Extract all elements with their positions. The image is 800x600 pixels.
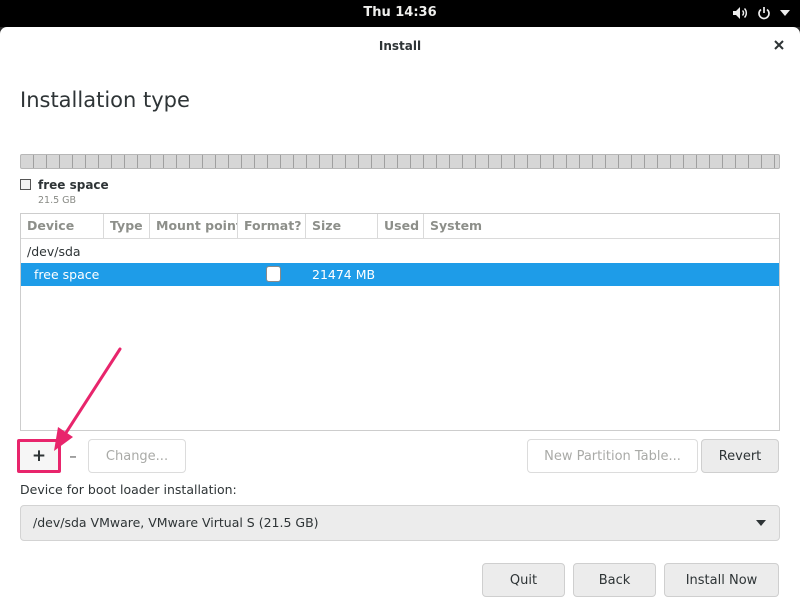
column-header-mount-point[interactable]: Mount point bbox=[150, 214, 238, 239]
chevron-down-icon[interactable] bbox=[780, 4, 790, 22]
install-now-button[interactable]: Install Now bbox=[664, 563, 779, 597]
column-header-used[interactable]: Used bbox=[378, 214, 424, 239]
remove-partition-button[interactable]: – bbox=[60, 439, 86, 473]
close-icon bbox=[774, 40, 784, 50]
table-row-selected[interactable]: free space 21474 MB bbox=[21, 263, 779, 286]
install-window: Install Installation type free space 21.… bbox=[0, 27, 800, 600]
column-header-device[interactable]: Device bbox=[21, 214, 104, 239]
column-header-size[interactable]: Size bbox=[306, 214, 378, 239]
close-button[interactable] bbox=[771, 37, 787, 53]
back-button[interactable]: Back bbox=[573, 563, 656, 597]
table-header: Device Type Mount point Format? Size Use… bbox=[21, 214, 779, 239]
bootloader-label: Device for boot loader installation: bbox=[20, 482, 237, 497]
device-row[interactable]: /dev/sda bbox=[21, 241, 779, 263]
top-bar: Thu 14:36 bbox=[0, 0, 800, 27]
add-partition-button[interactable]: + bbox=[17, 439, 61, 473]
title-bar: Install bbox=[0, 27, 800, 65]
bootloader-selected-value: /dev/sda VMware, VMware Virtual S (21.5 … bbox=[33, 515, 319, 530]
format-checkbox[interactable] bbox=[266, 266, 281, 282]
column-header-system[interactable]: System bbox=[424, 214, 779, 239]
bootloader-device-select[interactable]: /dev/sda VMware, VMware Virtual S (21.5 … bbox=[20, 505, 780, 541]
quit-button[interactable]: Quit bbox=[482, 563, 565, 597]
system-tray[interactable] bbox=[732, 4, 790, 22]
column-header-format[interactable]: Format? bbox=[238, 214, 306, 239]
volume-icon[interactable] bbox=[732, 4, 748, 22]
cell-device: free space bbox=[34, 267, 100, 282]
dropdown-arrow-icon bbox=[756, 520, 766, 526]
cell-size: 21474 MB bbox=[312, 267, 376, 282]
legend-name: free space bbox=[38, 178, 109, 192]
free-space-swatch bbox=[20, 179, 31, 190]
partition-table: Device Type Mount point Format? Size Use… bbox=[20, 213, 780, 431]
partition-usage-bar bbox=[20, 154, 780, 169]
page-title: Installation type bbox=[20, 88, 190, 112]
legend-size: 21.5 GB bbox=[38, 195, 77, 206]
clock[interactable]: Thu 14:36 bbox=[0, 5, 800, 20]
revert-button[interactable]: Revert bbox=[701, 439, 779, 473]
column-header-type[interactable]: Type bbox=[104, 214, 150, 239]
change-partition-button[interactable]: Change... bbox=[88, 439, 186, 473]
power-icon[interactable] bbox=[757, 4, 771, 22]
new-partition-table-button[interactable]: New Partition Table... bbox=[527, 439, 698, 473]
window-title: Install bbox=[378, 39, 422, 53]
